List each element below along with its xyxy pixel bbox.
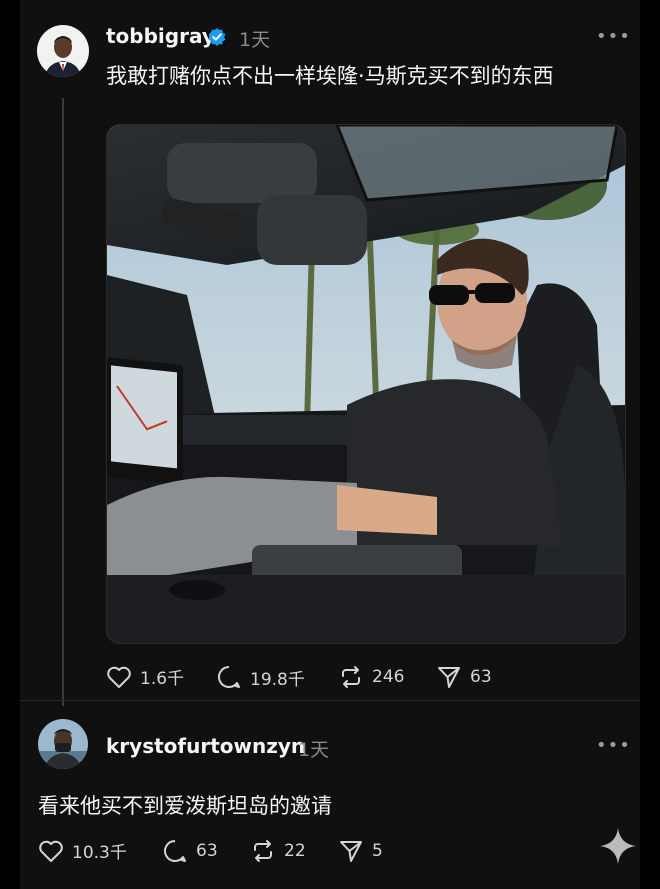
- post-time: 1天: [239, 29, 271, 51]
- post-username[interactable]: tobbigray: [106, 24, 215, 48]
- verified-badge-icon: [208, 28, 226, 46]
- post-author-avatar[interactable]: [37, 25, 89, 77]
- post-reply-button[interactable]: 19.8千: [216, 664, 305, 690]
- post-text: 我敢打赌你点不出一样埃隆·马斯克买不到的东西: [106, 64, 554, 88]
- post-divider: [20, 700, 640, 701]
- reply-reply-count: 63: [196, 841, 218, 861]
- reply-username[interactable]: krystofurtownzyn: [106, 734, 305, 758]
- reply-share-button[interactable]: 5: [338, 838, 383, 864]
- repost-icon: [254, 840, 272, 862]
- reply-repost-button[interactable]: 22: [250, 838, 306, 864]
- reply-share-count: 5: [372, 841, 383, 861]
- heart-icon: [107, 666, 131, 688]
- reply-like-button[interactable]: 10.3千: [38, 838, 127, 863]
- share-icon: [438, 667, 460, 688]
- thread-line: [62, 98, 64, 706]
- heart-icon: [39, 840, 63, 862]
- post-reply-count: 19.8千: [250, 669, 305, 690]
- post-like-button[interactable]: 1.6千: [106, 664, 184, 689]
- reply-author-avatar[interactable]: [38, 719, 88, 769]
- reply-like-count: 10.3千: [72, 843, 127, 863]
- comment-icon: [164, 840, 186, 862]
- share-icon: [340, 841, 362, 862]
- reply-time: 1天: [298, 739, 330, 761]
- repost-icon: [342, 666, 360, 688]
- reply-text: 看来他买不到爱泼斯坦岛的邀请: [38, 794, 332, 818]
- post-share-button[interactable]: 63: [436, 664, 492, 690]
- post-repost-button[interactable]: 246: [338, 664, 404, 690]
- post-repost-count: 246: [372, 667, 405, 687]
- post-share-count: 63: [470, 667, 492, 687]
- post-like-count: 1.6千: [140, 669, 185, 689]
- reply-more-icon[interactable]: •••: [596, 735, 631, 756]
- sparkle-icon: [600, 828, 636, 864]
- reply-repost-count: 22: [284, 841, 306, 861]
- reply-reply-button[interactable]: 63: [162, 838, 218, 864]
- post-more-icon[interactable]: •••: [596, 26, 631, 47]
- comment-icon: [218, 666, 240, 688]
- post-image[interactable]: [106, 124, 626, 644]
